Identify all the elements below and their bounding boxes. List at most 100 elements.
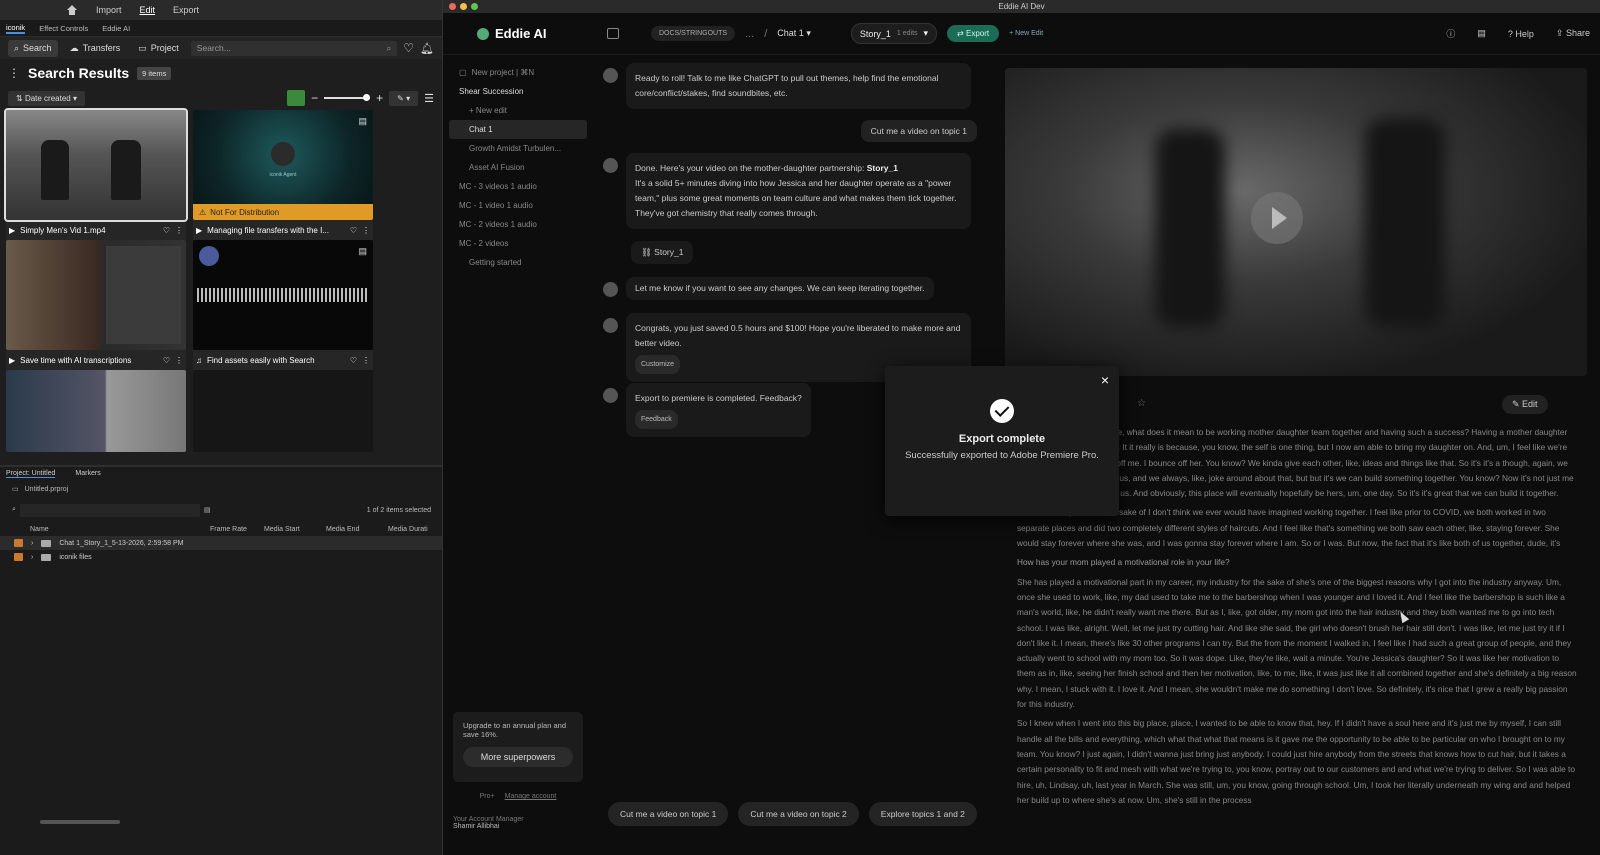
- help-button[interactable]: ? Help: [1508, 29, 1534, 39]
- kebab-menu-icon[interactable]: ⋮: [8, 66, 20, 80]
- chevron-right-icon[interactable]: ›: [31, 554, 33, 561]
- heart-icon[interactable]: ♡: [350, 226, 357, 235]
- close-icon[interactable]: ×: [1101, 372, 1109, 388]
- sort-dropdown[interactable]: ⇅ Date created ▾: [8, 90, 85, 106]
- comment-icon[interactable]: ▤: [358, 246, 367, 257]
- sidebar-item[interactable]: Chat 1: [449, 120, 587, 139]
- col-media-duration[interactable]: Media Durati: [388, 526, 428, 533]
- new-edit-button[interactable]: + New Edit: [1009, 30, 1043, 37]
- zoom-out-icon[interactable]: −: [311, 91, 318, 105]
- project-search-input[interactable]: [19, 503, 200, 517]
- breadcrumb-chat[interactable]: Chat 1 ▾: [777, 28, 811, 39]
- menu-import[interactable]: Import: [96, 5, 122, 15]
- transcript-paragraph[interactable]: So I knew when I went into this big plac…: [1017, 716, 1577, 808]
- play-icon[interactable]: [1251, 192, 1303, 244]
- sidebar-item[interactable]: + New edit: [449, 101, 587, 120]
- sidebar-item[interactable]: MC - 3 videos 1 audio: [449, 177, 587, 196]
- minimize-window-icon[interactable]: [460, 3, 467, 10]
- horizontal-scrollbar[interactable]: [40, 820, 120, 824]
- suggestion-explore[interactable]: Explore topics 1 and 2: [868, 802, 977, 826]
- iconik-search-input[interactable]: Search... ⌕: [190, 40, 398, 56]
- menu-edit[interactable]: Edit: [140, 5, 156, 15]
- col-name[interactable]: Name: [30, 526, 210, 533]
- sidebar-item[interactable]: MC - 2 videos: [449, 234, 587, 253]
- asset-title[interactable]: Find assets easily with Search: [207, 356, 345, 365]
- maximize-window-icon[interactable]: [471, 3, 478, 10]
- more-superpowers-button[interactable]: More superpowers: [463, 747, 573, 767]
- story-link[interactable]: Story_1: [867, 163, 898, 173]
- bin-icon[interactable]: ▤: [204, 506, 211, 514]
- asset-thumbnail[interactable]: [4, 108, 188, 222]
- sidebar-item[interactable]: Asset AI Fusion: [449, 158, 587, 177]
- asset-thumbnail[interactable]: iconik Agent ▤ ⚠ Not For Distribution: [193, 110, 373, 220]
- export-button[interactable]: ⇄ Export: [947, 25, 1000, 42]
- sidebar-item[interactable]: MC - 2 videos 1 audio: [449, 215, 587, 234]
- search-icon[interactable]: ⌕: [387, 43, 392, 54]
- more-icon[interactable]: ⋮: [362, 356, 370, 365]
- asset-thumbnail[interactable]: ▤: [193, 240, 373, 350]
- edit-menu-icon[interactable]: ✎ ▾: [389, 90, 419, 106]
- heart-icon[interactable]: ♡: [403, 41, 414, 55]
- tab-project[interactable]: Project: Untitled: [6, 470, 56, 478]
- breadcrumb-docs[interactable]: DOCS/STRINGOUTS: [651, 26, 736, 41]
- tab-markers[interactable]: Markers: [75, 470, 100, 477]
- asset-card[interactable]: [193, 370, 373, 452]
- sidebar-item[interactable]: MC - 1 video 1 audio: [449, 196, 587, 215]
- asset-thumbnail[interactable]: [193, 370, 373, 452]
- tab-effect-controls[interactable]: Effect Controls: [39, 24, 88, 33]
- bell-icon[interactable]: 🔔︎: [420, 42, 434, 55]
- asset-thumbnail[interactable]: [6, 370, 186, 452]
- story-chip[interactable]: ⛓ Story_1: [631, 241, 694, 264]
- suggestion-topic-2[interactable]: Cut me a video on topic 2: [738, 802, 859, 826]
- menu-export[interactable]: Export: [173, 5, 199, 15]
- heart-icon[interactable]: ♡: [163, 226, 170, 235]
- chevron-right-icon[interactable]: ›: [31, 540, 33, 547]
- asset-title[interactable]: Save time with AI transcriptions: [20, 356, 158, 365]
- sidebar-toggle-icon[interactable]: [607, 28, 619, 39]
- video-preview[interactable]: [1005, 68, 1587, 376]
- more-icon[interactable]: ⋮: [362, 226, 370, 235]
- manage-account-link[interactable]: Manage account: [505, 793, 557, 800]
- sidebar-item[interactable]: Getting started: [449, 253, 587, 272]
- transcript-paragraph[interactable]: She has played a motivational part in my…: [1017, 575, 1577, 713]
- comment-icon[interactable]: ▤: [358, 116, 367, 127]
- close-window-icon[interactable]: [449, 3, 456, 10]
- asset-card[interactable]: ▤ ♫ Find assets easily with Search ♡ ⋮: [193, 240, 373, 370]
- share-button[interactable]: ⇪ Share: [1556, 28, 1590, 39]
- nav-transfers[interactable]: ☁ Transfers: [64, 40, 127, 57]
- zoom-slider[interactable]: [324, 94, 371, 101]
- customize-button[interactable]: Customize: [635, 355, 681, 374]
- edit-button[interactable]: ✎ Edit: [1502, 395, 1548, 414]
- more-icon[interactable]: ⋮: [175, 226, 183, 235]
- share-icon[interactable]: [287, 90, 306, 106]
- breadcrumb-ellipsis[interactable]: ...: [745, 28, 754, 40]
- new-project-button[interactable]: ▢ New project | ⌘N: [449, 63, 587, 82]
- sidebar-item[interactable]: Growth Amidst Turbulen...: [449, 139, 587, 158]
- col-media-start[interactable]: Media Start: [264, 526, 326, 533]
- more-icon[interactable]: ⋮: [175, 356, 183, 365]
- home-icon[interactable]: [66, 4, 78, 16]
- project-row[interactable]: › Chat 1_Story_1_5-13-2026, 2:59:58 PM: [0, 536, 442, 550]
- feedback-button[interactable]: Feedback: [635, 410, 678, 429]
- transcript-question[interactable]: How has your mom played a motivational r…: [1017, 555, 1577, 570]
- list-view-icon[interactable]: ☰: [424, 92, 434, 105]
- asset-thumbnail[interactable]: [6, 240, 186, 350]
- col-media-end[interactable]: Media End: [326, 526, 388, 533]
- heart-icon[interactable]: ♡: [350, 356, 357, 365]
- suggestion-topic-1[interactable]: Cut me a video on topic 1: [608, 802, 729, 826]
- star-icon[interactable]: ☆: [1137, 398, 1146, 409]
- asset-card[interactable]: ▶ Save time with AI transcriptions ♡ ⋮: [6, 240, 186, 370]
- story-selector[interactable]: Story_1 1 edits ▾: [850, 23, 938, 44]
- asset-card[interactable]: ▶ Simply Men's Vid 1.mp4 ♡ ⋮: [4, 108, 188, 240]
- sidebar-item[interactable]: Shear Succession: [449, 82, 587, 101]
- info-icon[interactable]: ⓘ: [1446, 27, 1455, 40]
- asset-card[interactable]: [6, 370, 186, 452]
- tab-eddie-ai[interactable]: Eddie AI: [102, 24, 130, 33]
- heart-icon[interactable]: ♡: [163, 356, 170, 365]
- document-icon[interactable]: ▤: [1477, 28, 1486, 39]
- nav-project[interactable]: ▭ Project: [132, 40, 185, 57]
- nav-search[interactable]: ⌕ Search: [8, 39, 58, 57]
- col-frame-rate[interactable]: Frame Rate: [210, 526, 264, 533]
- project-row[interactable]: › iconik files: [0, 550, 442, 564]
- tab-iconik[interactable]: iconik: [6, 23, 26, 34]
